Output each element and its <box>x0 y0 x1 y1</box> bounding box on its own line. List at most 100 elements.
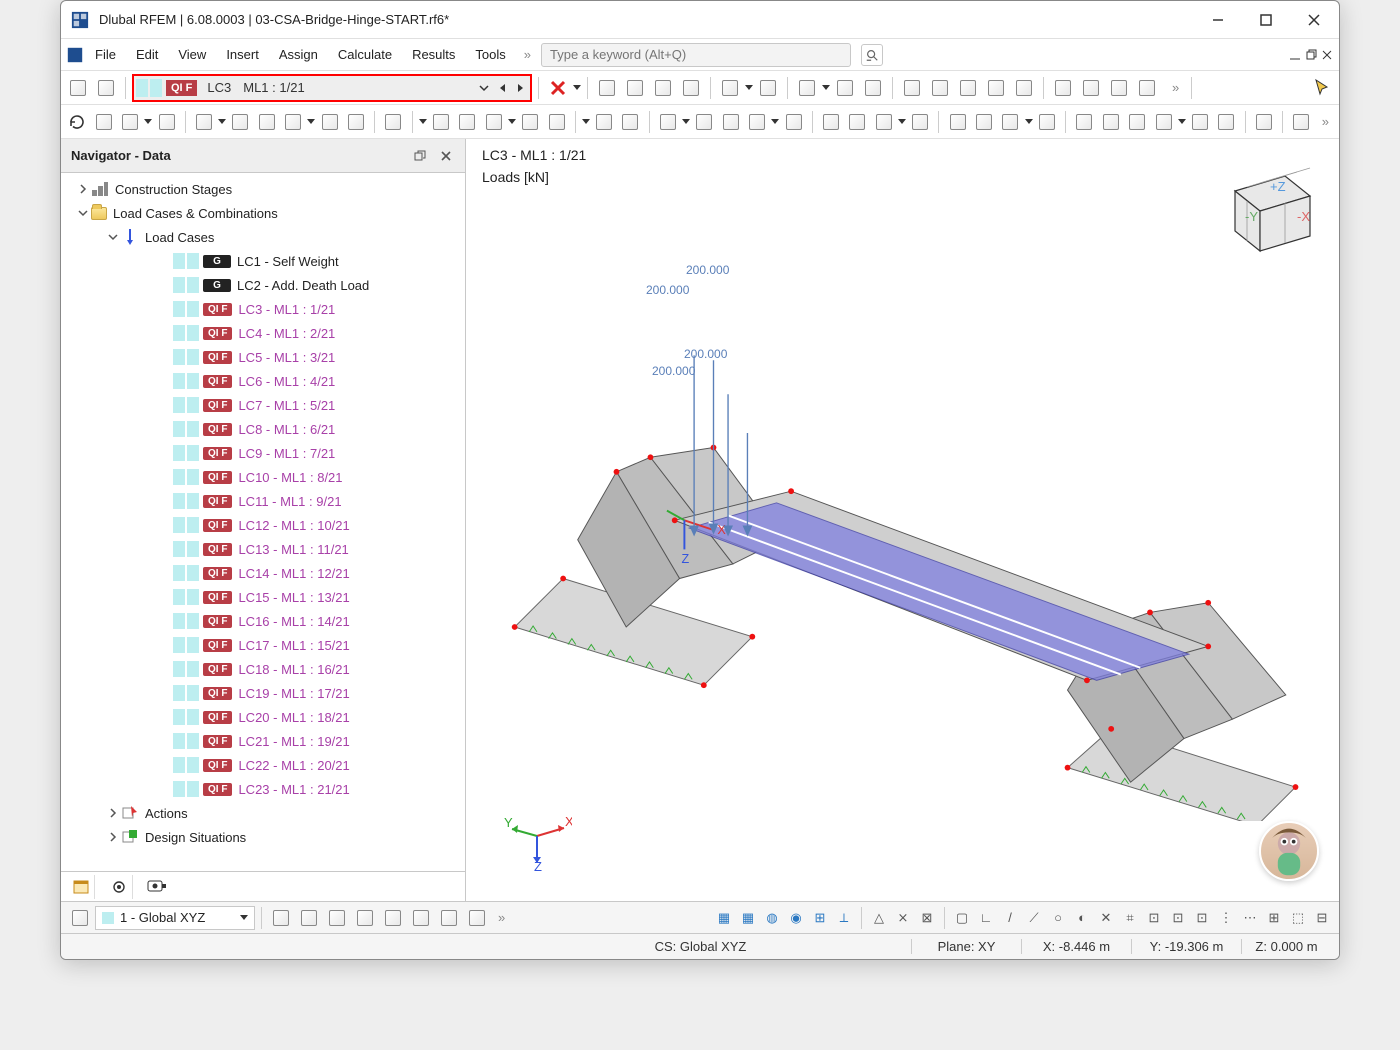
toolbar2-button-12[interactable] <box>482 109 506 135</box>
menu-tools[interactable]: Tools <box>467 43 513 66</box>
tree-group[interactable]: Actions <box>61 801 465 825</box>
snap-button-4[interactable]: ⊞ <box>809 907 831 929</box>
model-view[interactable]: X Z <box>496 239 1319 821</box>
toolbar-overflow-icon[interactable]: » <box>1316 114 1335 129</box>
bottombar-button-6[interactable] <box>436 905 462 931</box>
loadcase-item[interactable]: QI FLC3 - ML1 : 1/21 <box>61 297 465 321</box>
expand-icon[interactable] <box>105 808 121 818</box>
chevron-down-icon[interactable] <box>771 119 779 124</box>
tree-group[interactable]: Load Cases & Combinations <box>61 201 465 225</box>
bottombar-button-0[interactable] <box>268 905 294 931</box>
navigator-tab-display[interactable] <box>105 875 133 899</box>
loadcase-item[interactable]: QI FLC15 - ML1 : 13/21 <box>61 585 465 609</box>
toolbar-overflow-icon[interactable]: » <box>1166 80 1185 95</box>
navigator-tab-views[interactable] <box>143 875 171 899</box>
toolbar1-button-14[interactable] <box>899 75 925 101</box>
chevron-down-icon[interactable] <box>682 119 690 124</box>
loadcase-item[interactable]: QI FLC10 - ML1 : 8/21 <box>61 465 465 489</box>
toolbar2-button-33[interactable] <box>1151 109 1175 135</box>
toolbar1-button-5[interactable] <box>717 75 743 101</box>
toolbar1-button-12[interactable] <box>860 75 886 101</box>
chevron-down-icon[interactable] <box>745 85 753 90</box>
snap-button-2[interactable]: ◍ <box>761 907 783 929</box>
toolbar-delete-button[interactable] <box>545 75 571 101</box>
menu-file[interactable]: File <box>87 43 124 66</box>
snap-button-6[interactable]: △ <box>868 907 890 929</box>
menu-view[interactable]: View <box>170 43 214 66</box>
toolbar2-button-11[interactable] <box>455 109 479 135</box>
loadcase-item[interactable]: QI FLC20 - ML1 : 18/21 <box>61 705 465 729</box>
toolbar2-button-1[interactable] <box>118 109 142 135</box>
navigator-tree[interactable]: Construction StagesLoad Cases & Combinat… <box>61 173 465 871</box>
loadcase-selector[interactable]: QI F LC3 ML1 : 1/21 <box>132 74 532 102</box>
snap-button-16[interactable]: ⌗ <box>1119 907 1141 929</box>
toolbar-overflow-icon[interactable]: » <box>492 910 511 925</box>
bottombar-button-2[interactable] <box>324 905 350 931</box>
collapse-icon[interactable] <box>105 232 121 242</box>
bottombar-button-4[interactable] <box>380 905 406 931</box>
snap-button-20[interactable]: ⋮ <box>1215 907 1237 929</box>
toolbar1-button-3[interactable] <box>678 75 704 101</box>
bottombar-button-7[interactable] <box>464 905 490 931</box>
snap-button-10[interactable]: ∟ <box>975 907 997 929</box>
chevron-down-icon[interactable] <box>1178 119 1186 124</box>
snap-button-14[interactable]: ◐ <box>1071 907 1093 929</box>
menu-assign[interactable]: Assign <box>271 43 326 66</box>
mdi-restore-icon[interactable] <box>1305 49 1317 61</box>
loadcase-item[interactable]: GLC2 - Add. Death Load <box>61 273 465 297</box>
loadcase-item[interactable]: GLC1 - Self Weight <box>61 249 465 273</box>
toolbar2-button-7[interactable] <box>317 109 341 135</box>
toolbar1-button-7[interactable] <box>755 75 781 101</box>
snap-button-19[interactable]: ⊡ <box>1191 907 1213 929</box>
toolbar2-button-5[interactable] <box>255 109 279 135</box>
toolbar2-button-17[interactable] <box>656 109 680 135</box>
mdi-minimize-icon[interactable] <box>1289 49 1301 61</box>
snap-button-24[interactable]: ⊟ <box>1311 907 1333 929</box>
loadcase-next-button[interactable] <box>512 77 528 99</box>
toolbar2-button-16[interactable] <box>618 109 642 135</box>
menu-overflow-icon[interactable]: » <box>518 47 537 62</box>
toolbar2-button-26[interactable] <box>945 109 969 135</box>
toolbar2-button-18[interactable] <box>692 109 716 135</box>
toolbar2-button-13[interactable] <box>518 109 542 135</box>
loadcase-item[interactable]: QI FLC5 - ML1 : 3/21 <box>61 345 465 369</box>
loadcase-item[interactable]: QI FLC22 - ML1 : 20/21 <box>61 753 465 777</box>
toolbar-btn-1[interactable] <box>65 75 91 101</box>
menu-results[interactable]: Results <box>404 43 463 66</box>
toolbar2-button-19[interactable] <box>718 109 742 135</box>
minimize-button[interactable] <box>1203 5 1233 35</box>
chevron-down-icon[interactable] <box>508 119 516 124</box>
bottombar-button-1[interactable] <box>296 905 322 931</box>
chevron-down-icon[interactable] <box>307 119 315 124</box>
toolbar1-button-9[interactable] <box>794 75 820 101</box>
chevron-down-icon[interactable] <box>419 119 427 124</box>
keyword-search-input[interactable] <box>548 46 844 63</box>
snap-button-12[interactable]: ⟋ <box>1023 907 1045 929</box>
loadcase-dropdown-button[interactable] <box>476 77 492 99</box>
toolbar1-button-17[interactable] <box>983 75 1009 101</box>
coord-system-button[interactable] <box>67 905 93 931</box>
snap-button-9[interactable]: ▢ <box>951 907 973 929</box>
toolbar2-button-35[interactable] <box>1214 109 1238 135</box>
toolbar2-button-0[interactable] <box>91 109 115 135</box>
toolbar2-button-20[interactable] <box>745 109 769 135</box>
loadcase-item[interactable]: QI FLC6 - ML1 : 4/21 <box>61 369 465 393</box>
toolbar1-button-1[interactable] <box>622 75 648 101</box>
loadcase-item[interactable]: QI FLC23 - ML1 : 21/21 <box>61 777 465 801</box>
menu-edit[interactable]: Edit <box>128 43 166 66</box>
toolbar2-button-28[interactable] <box>998 109 1022 135</box>
toolbar-btn-2[interactable] <box>93 75 119 101</box>
toolbar2-button-2[interactable] <box>154 109 178 135</box>
toolbar2-button-21[interactable] <box>781 109 805 135</box>
toolbar2-button-27[interactable] <box>972 109 996 135</box>
toolbar1-button-16[interactable] <box>955 75 981 101</box>
chevron-down-icon[interactable] <box>1025 119 1033 124</box>
toolbar1-button-11[interactable] <box>832 75 858 101</box>
loadcase-item[interactable]: QI FLC18 - ML1 : 16/21 <box>61 657 465 681</box>
coord-system-select[interactable]: 1 - Global XYZ <box>95 906 255 930</box>
toolbar2-button-25[interactable] <box>908 109 932 135</box>
keyword-search[interactable] <box>541 43 851 67</box>
loadcase-item[interactable]: QI FLC17 - ML1 : 15/21 <box>61 633 465 657</box>
toolbar1-button-22[interactable] <box>1106 75 1132 101</box>
loadcase-item[interactable]: QI FLC8 - ML1 : 6/21 <box>61 417 465 441</box>
